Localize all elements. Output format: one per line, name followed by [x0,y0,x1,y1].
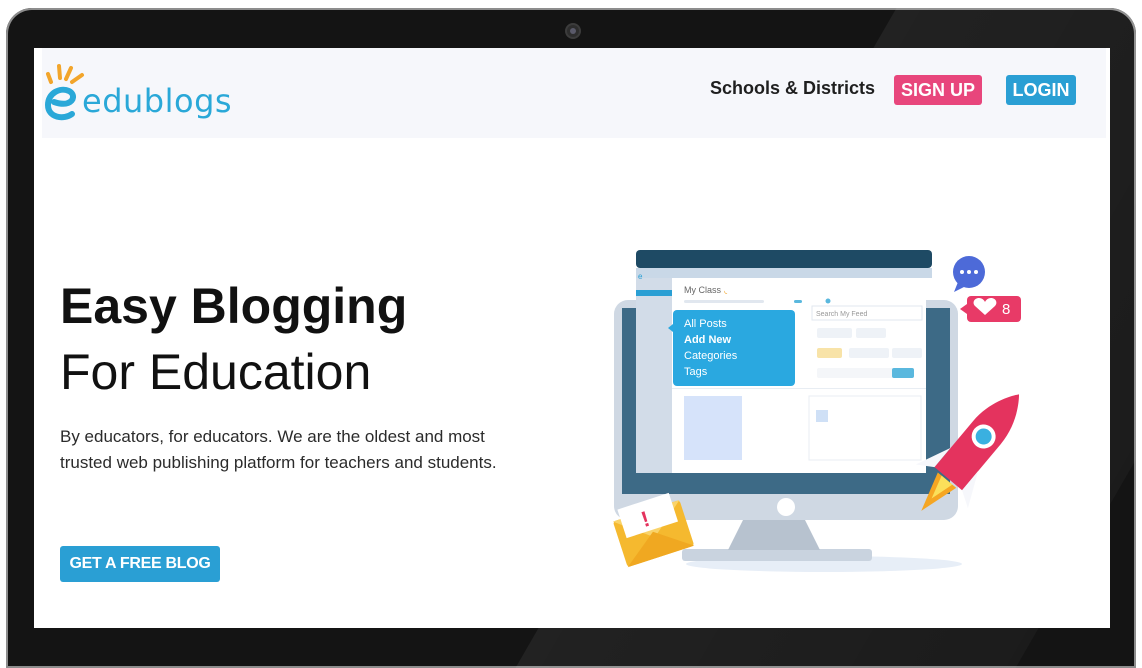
site-header: edublogs Schools & Districts SIGN UP LOG… [42,48,1106,138]
get-free-blog-button[interactable]: GET A FREE BLOG [60,546,220,582]
hero-illustration: e My Class ◟ Search My Feed All Posts Ad… [612,250,1021,572]
hero-description: By educators, for educators. We are the … [60,427,497,472]
like-badge: 8 [960,296,1021,322]
logo-wordmark: edublogs [82,82,233,120]
hero-title-line1: Easy Blogging [60,278,408,334]
hero-title-line2: For Education [60,344,372,400]
nav-link-schools-districts[interactable]: Schools & Districts [710,78,875,99]
login-button[interactable]: LOGIN [1006,75,1076,105]
menu-item-tags: Tags [684,366,708,378]
likes-count: 8 [1002,301,1010,318]
signup-button[interactable]: SIGN UP [894,75,982,105]
menu-item-all-posts: All Posts [684,318,727,330]
chat-bubble-icon [953,256,985,292]
menu-item-add-new: Add New [684,334,732,346]
camera [567,25,579,37]
logo[interactable]: edublogs [42,60,242,124]
browser-viewport: edublogs Schools & Districts SIGN UP LOG… [34,48,1110,628]
menu-item-categories: Categories [684,350,738,362]
app-logo-mini: e [638,272,643,281]
panel-title: My Class [684,285,722,295]
search-feed-label: Search My Feed [816,311,867,318]
laptop-frame: edublogs Schools & Districts SIGN UP LOG… [6,8,1136,668]
